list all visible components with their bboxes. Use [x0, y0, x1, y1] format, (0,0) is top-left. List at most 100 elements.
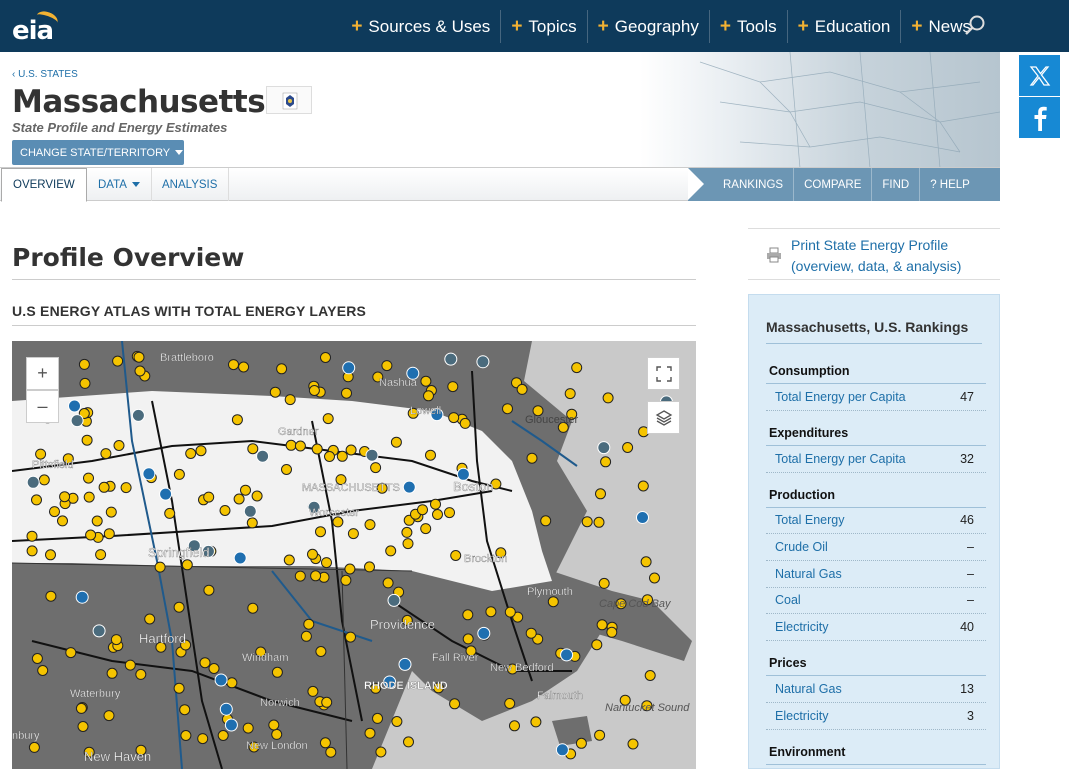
power-plant-marker[interactable] [247, 602, 259, 614]
power-plant-marker[interactable] [459, 417, 471, 429]
power-plant-marker[interactable] [281, 464, 292, 475]
power-plant-marker[interactable] [450, 550, 462, 561]
power-plant-marker[interactable] [228, 359, 239, 371]
nav-item-tools[interactable]: + Tools [708, 10, 787, 43]
power-plant-marker[interactable] [444, 507, 455, 519]
power-plant-marker[interactable] [540, 515, 552, 527]
energy-facility-marker[interactable] [70, 414, 84, 428]
power-plant-marker[interactable] [403, 736, 414, 748]
power-plant-marker[interactable] [320, 352, 331, 363]
power-plant-marker[interactable] [173, 601, 185, 613]
nav-item-education[interactable]: + Education [786, 10, 901, 43]
power-plant-marker[interactable] [173, 682, 185, 694]
power-plant-marker[interactable] [83, 472, 94, 484]
power-plant-marker[interactable] [564, 388, 576, 400]
nav-find[interactable]: FIND [871, 168, 919, 201]
power-plant-marker[interactable] [185, 448, 197, 459]
energy-facility-marker[interactable] [342, 361, 356, 375]
power-plant-marker[interactable] [276, 363, 288, 375]
power-plant-marker[interactable] [65, 647, 77, 659]
power-plant-marker[interactable] [226, 677, 238, 689]
power-plant-marker[interactable] [581, 516, 593, 528]
power-plant-marker[interactable] [324, 451, 335, 462]
energy-facility-marker[interactable] [365, 448, 379, 462]
rank-row-label[interactable]: Total Energy per Capita [775, 390, 906, 404]
power-plant-marker[interactable] [100, 448, 112, 460]
nav-item-sources-uses[interactable]: + Sources & Uses [341, 10, 500, 43]
power-plant-marker[interactable] [504, 698, 516, 709]
power-plant-marker[interactable] [425, 449, 436, 461]
energy-facility-marker[interactable] [555, 743, 569, 757]
rank-row-label[interactable]: Natural Gas [775, 682, 842, 696]
power-plant-marker[interactable] [271, 666, 283, 678]
power-plant-marker[interactable] [364, 727, 376, 739]
power-plant-marker[interactable] [203, 584, 215, 596]
power-plant-marker[interactable] [28, 741, 40, 753]
power-plant-marker[interactable] [432, 509, 443, 520]
power-plant-marker[interactable] [485, 606, 497, 618]
power-plant-marker[interactable] [420, 523, 432, 535]
power-plant-marker[interactable] [594, 729, 606, 741]
power-plant-marker[interactable] [37, 665, 49, 676]
power-plant-marker[interactable] [595, 488, 606, 500]
power-plant-marker[interactable] [345, 444, 357, 456]
power-plant-marker[interactable] [547, 596, 559, 608]
power-plant-marker[interactable] [390, 436, 402, 448]
energy-facility-marker[interactable] [224, 718, 238, 732]
power-plant-marker[interactable] [208, 663, 220, 674]
power-plant-marker[interactable] [271, 728, 283, 740]
power-plant-marker[interactable] [347, 528, 359, 540]
power-plant-marker[interactable] [135, 668, 147, 680]
power-plant-marker[interactable] [417, 504, 428, 516]
power-plant-marker[interactable] [26, 530, 38, 542]
print-profile-text[interactable]: Print State Energy Profile (overview, da… [791, 235, 961, 277]
fullscreen-button[interactable] [647, 357, 680, 390]
energy-facility-marker[interactable] [402, 480, 416, 494]
x-share-button[interactable] [1019, 55, 1060, 96]
power-plant-marker[interactable] [120, 482, 132, 494]
power-plant-marker[interactable] [124, 659, 136, 671]
energy-facility-marker[interactable] [142, 467, 156, 481]
rank-row-label[interactable]: Coal [775, 593, 801, 607]
power-plant-marker[interactable] [311, 443, 323, 455]
power-plant-marker[interactable] [195, 445, 207, 457]
power-plant-marker[interactable] [307, 548, 318, 560]
power-plant-marker[interactable] [106, 667, 118, 679]
power-plant-marker[interactable] [81, 434, 93, 446]
rank-row-label[interactable]: Natural Gas [775, 567, 842, 581]
power-plant-marker[interactable] [530, 716, 542, 728]
power-plant-marker[interactable] [310, 570, 322, 582]
power-plant-marker[interactable] [509, 720, 520, 732]
power-plant-marker[interactable] [75, 702, 87, 714]
power-plant-marker[interactable] [321, 696, 333, 708]
power-plant-marker[interactable] [179, 704, 191, 716]
energy-facility-marker[interactable] [256, 449, 270, 463]
power-plant-marker[interactable] [283, 554, 295, 566]
power-plant-marker[interactable] [134, 365, 146, 377]
power-plant-marker[interactable] [640, 556, 652, 568]
power-plant-marker[interactable] [345, 631, 356, 643]
power-plant-marker[interactable] [315, 526, 326, 538]
power-plant-marker[interactable] [98, 481, 110, 493]
power-plant-marker[interactable] [525, 627, 537, 639]
power-plant-marker[interactable] [154, 561, 166, 573]
facebook-share-button[interactable] [1019, 97, 1060, 138]
power-plant-marker[interactable] [91, 515, 103, 527]
power-plant-marker[interactable] [103, 528, 115, 540]
energy-facility-marker[interactable] [75, 590, 89, 604]
power-plant-marker[interactable] [402, 538, 414, 550]
power-plant-marker[interactable] [420, 375, 432, 387]
power-plant-marker[interactable] [197, 733, 209, 745]
energy-facility-marker[interactable] [636, 511, 649, 524]
power-plant-marker[interactable] [315, 646, 327, 657]
power-plant-marker[interactable] [45, 549, 56, 561]
energy-facility-marker[interactable] [92, 624, 106, 638]
power-plant-marker[interactable] [173, 468, 185, 480]
nav-compare[interactable]: COMPARE [793, 168, 871, 201]
power-plant-marker[interactable] [180, 730, 192, 741]
power-plant-marker[interactable] [300, 630, 312, 642]
power-plant-marker[interactable] [242, 722, 254, 734]
nav-item-topics[interactable]: + Topics [500, 10, 586, 43]
power-plant-marker[interactable] [247, 443, 259, 455]
energy-facility-marker[interactable] [68, 399, 81, 413]
